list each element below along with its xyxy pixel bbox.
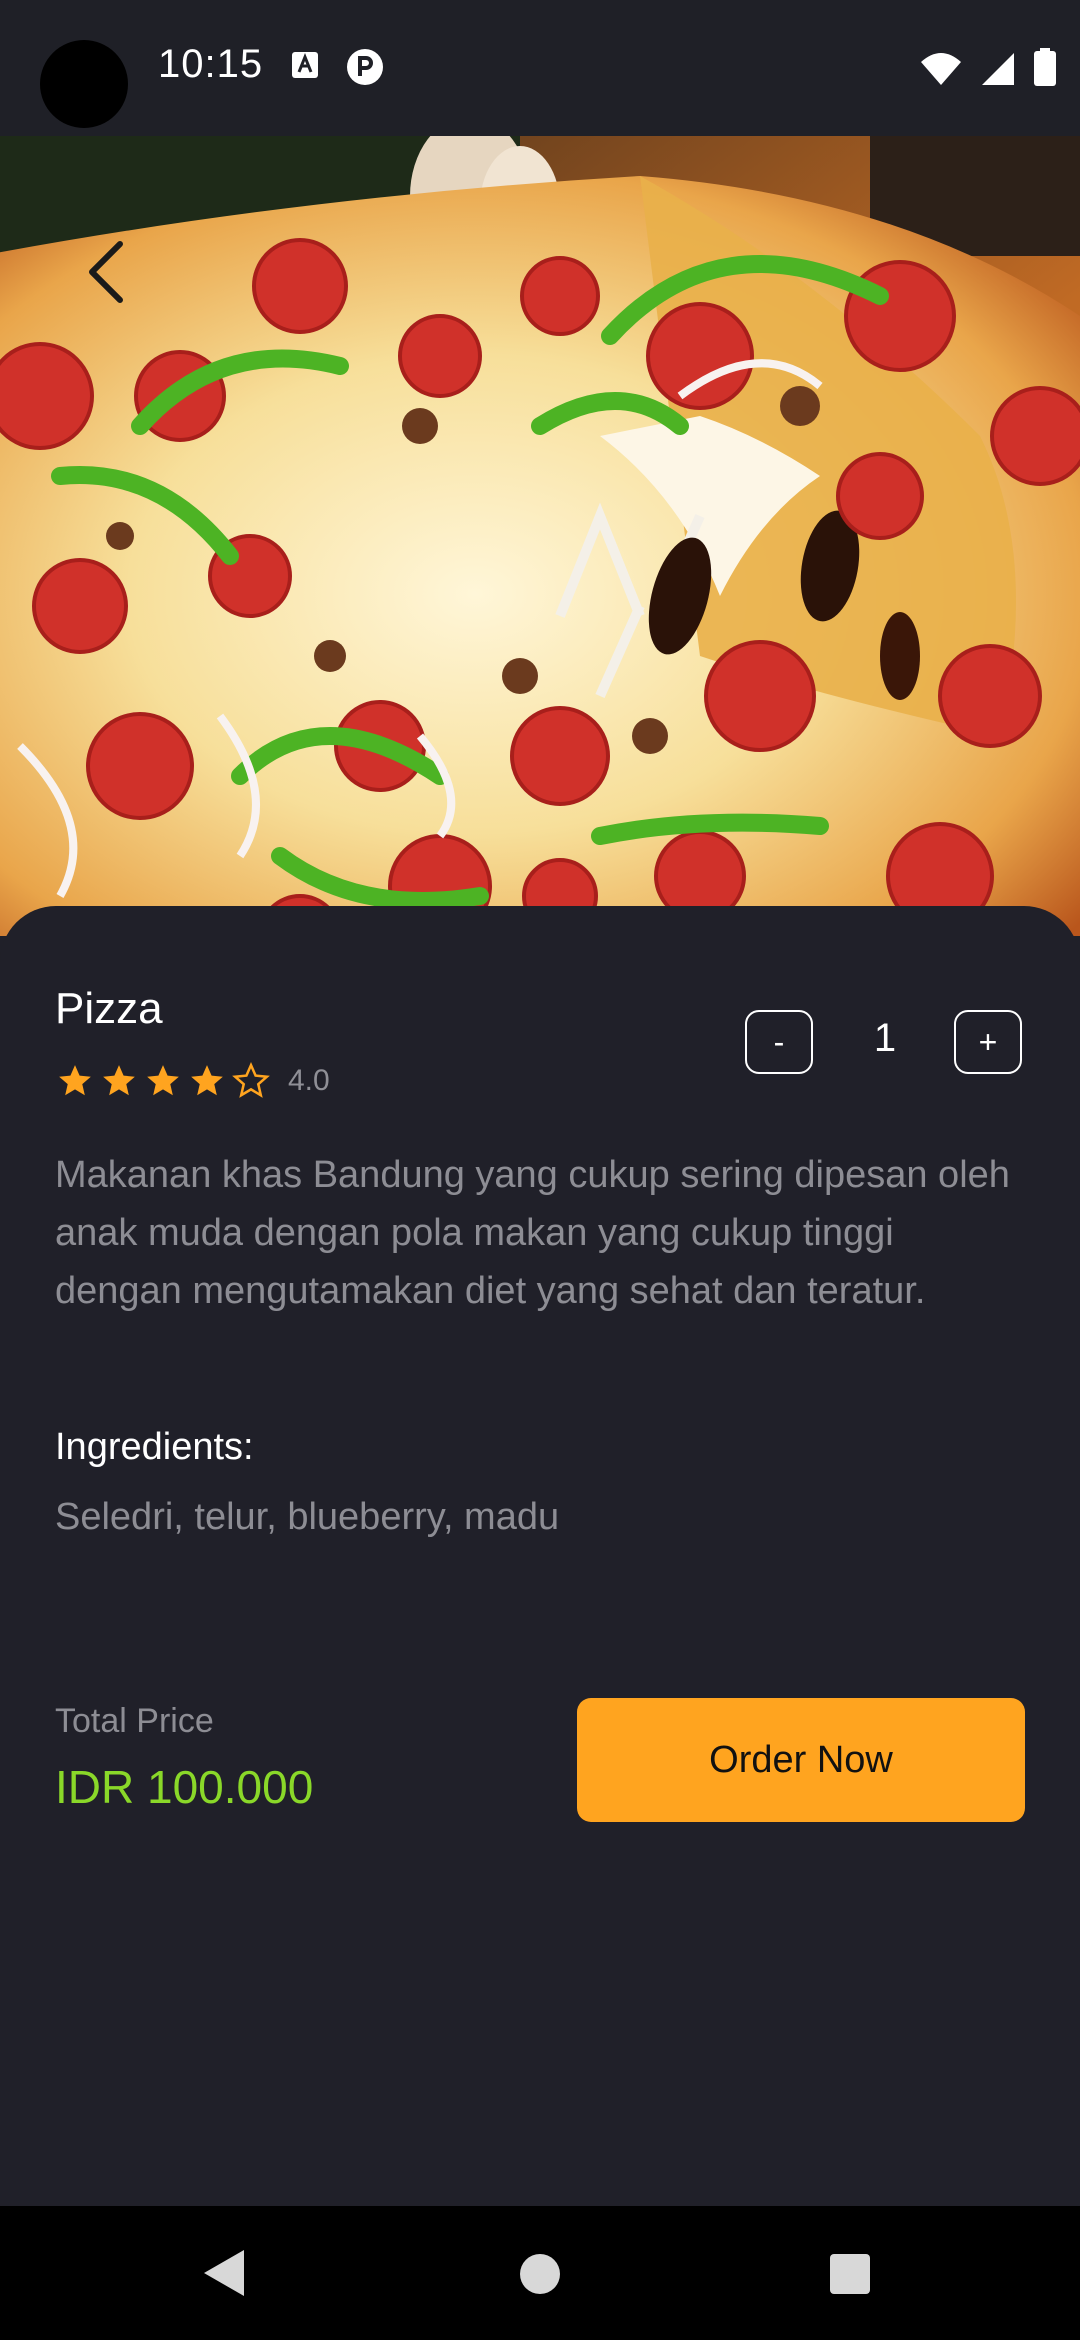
- camera-cutout: [40, 40, 128, 128]
- triangle-back-icon[interactable]: [200, 2248, 246, 2298]
- product-name: Pizza: [55, 984, 163, 1033]
- notification-a-icon: [292, 52, 318, 78]
- star-outline-icon: [232, 1062, 270, 1098]
- rating-value: 4.0: [288, 1064, 330, 1097]
- circle-home-icon[interactable]: [520, 2254, 560, 2294]
- product-description: Makanan khas Bandung yang cukup sering d…: [55, 1154, 1010, 1312]
- battery-icon: [1034, 48, 1056, 86]
- increase-quantity-button[interactable]: +: [954, 1010, 1022, 1074]
- decrease-quantity-button[interactable]: -: [745, 1010, 813, 1074]
- total-price-label: Total Price: [55, 1702, 214, 1740]
- total-price-value: IDR 100.000: [55, 1761, 314, 1813]
- pizza-image: [0, 136, 1080, 936]
- system-nav-bar: [0, 2206, 1080, 2340]
- ingredients-list: Seledri, telur, blueberry, madu: [55, 1496, 560, 1538]
- order-now-button[interactable]: Order Now: [577, 1698, 1025, 1822]
- star-icon: [59, 1065, 91, 1096]
- star-icon: [103, 1065, 135, 1096]
- star-icon: [191, 1065, 223, 1096]
- product-detail-sheet: Pizza 4.0 - 1 + Makanan khas Bandung yan…: [0, 906, 1080, 2206]
- wifi-icon: [921, 53, 961, 85]
- signal-icon: [982, 53, 1014, 85]
- rating-row: 4.0: [56, 1062, 330, 1100]
- chevron-left-icon: [89, 241, 123, 303]
- quantity-value: 1: [873, 1016, 897, 1060]
- notification-p-icon: [347, 49, 383, 85]
- status-time: 10:15: [158, 42, 264, 86]
- status-icons: [920, 48, 1056, 86]
- pizza-illustration: [0, 136, 1080, 936]
- star-icon: [147, 1065, 179, 1096]
- ingredients-title: Ingredients:: [55, 1426, 254, 1468]
- status-bar: 10:15: [0, 0, 1080, 136]
- square-recent-icon[interactable]: [830, 2254, 870, 2294]
- back-button[interactable]: [76, 236, 136, 308]
